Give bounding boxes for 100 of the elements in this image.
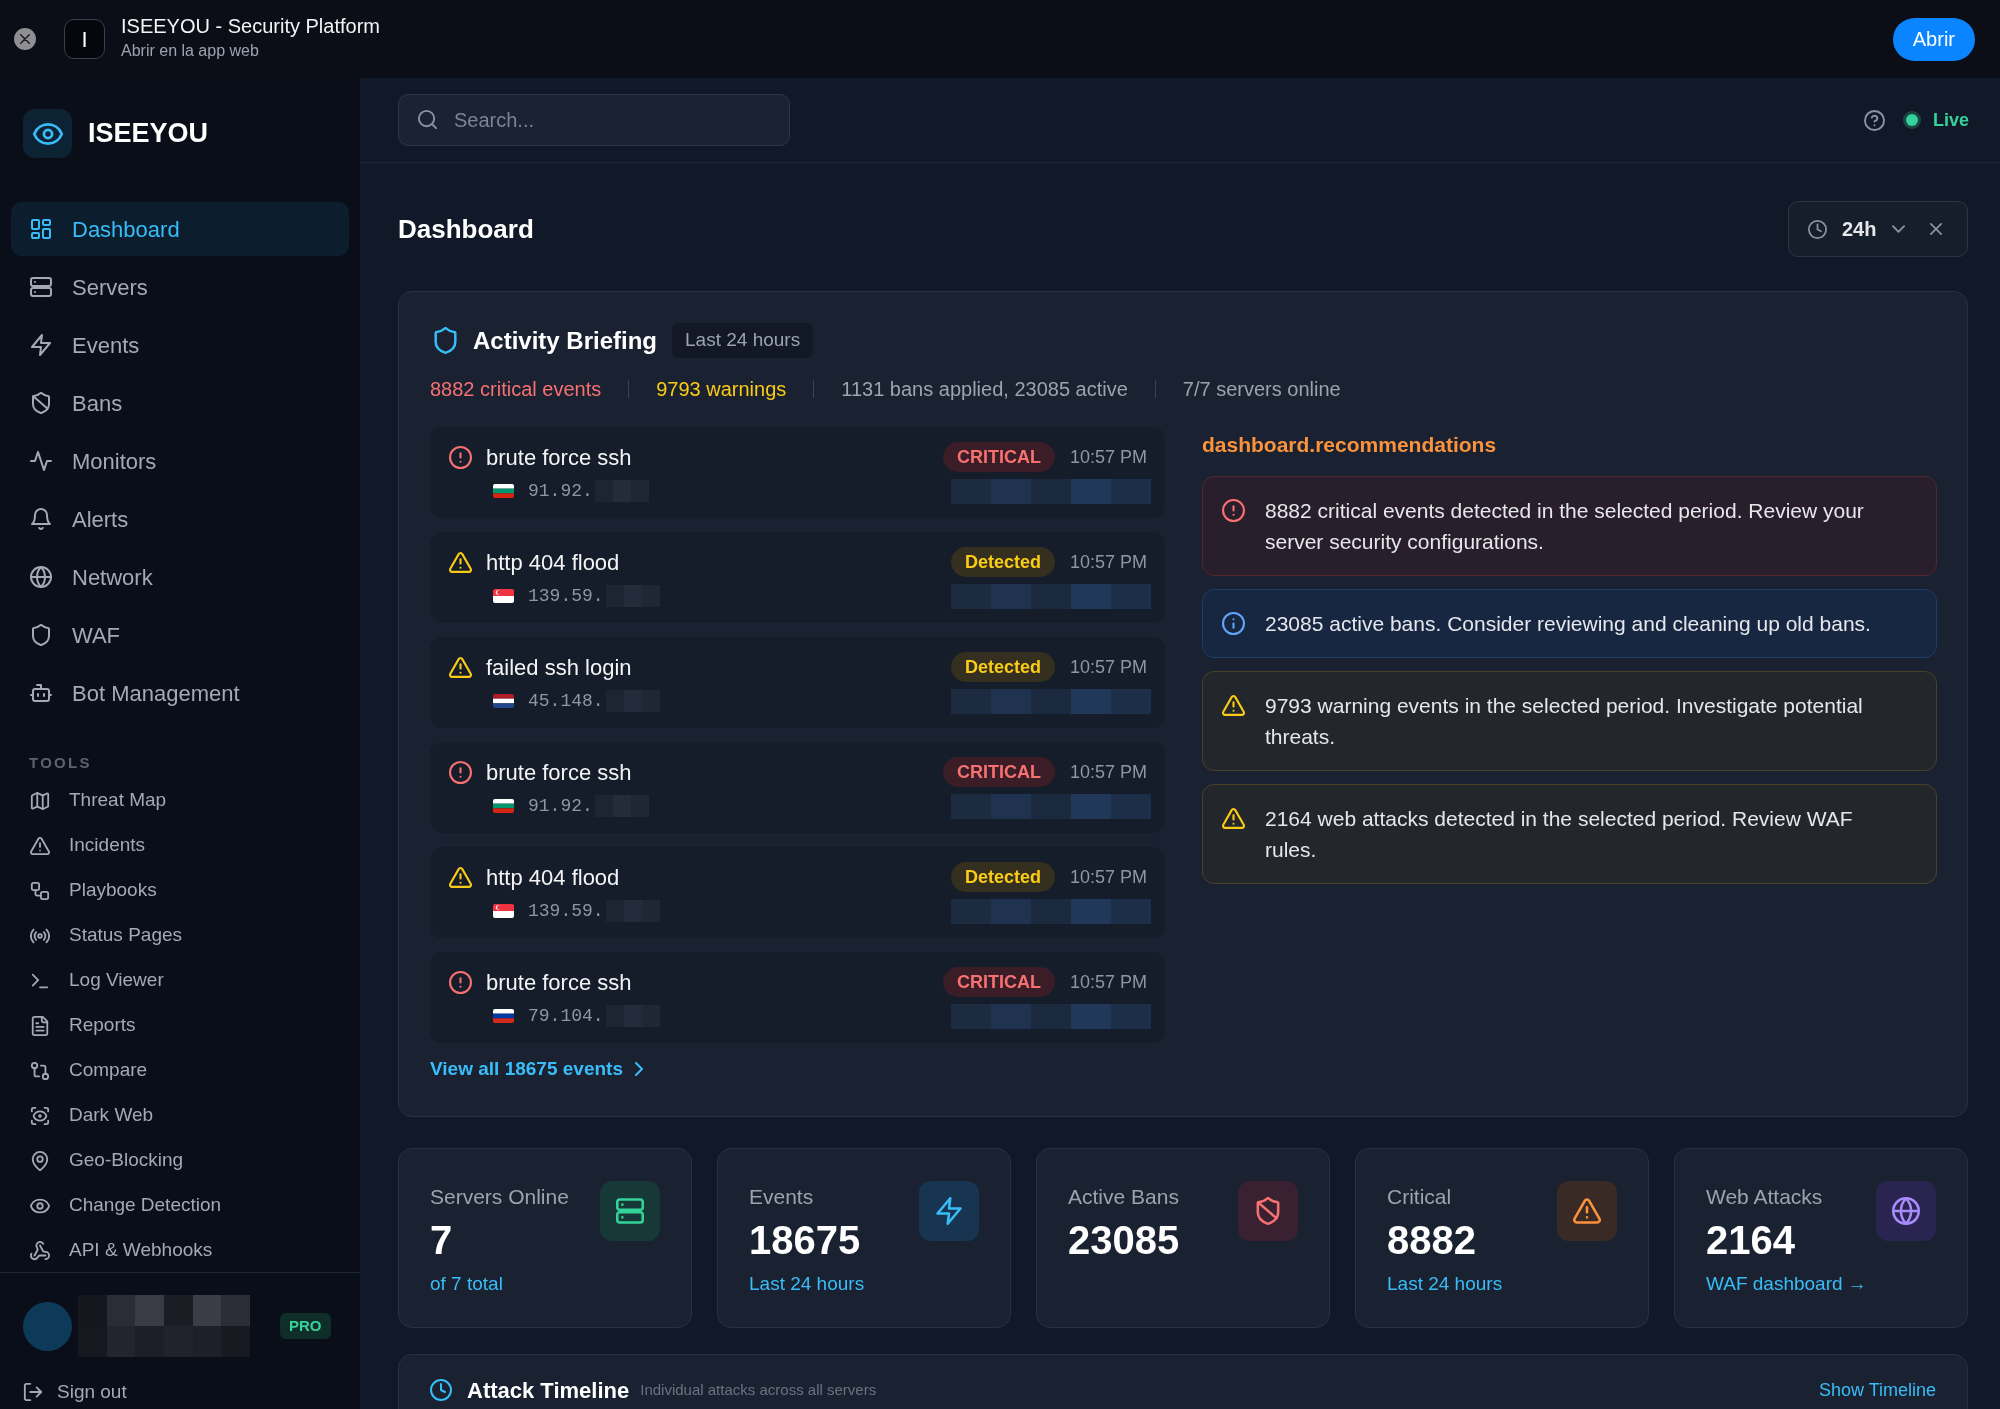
pulse-icon (30, 450, 52, 472)
chevron-down-icon (1892, 225, 1906, 233)
nav-item[interactable]: Servers (11, 260, 349, 314)
lightning-icon (919, 1181, 979, 1241)
nav-item[interactable]: WAF (11, 608, 349, 662)
grid-icon (30, 218, 52, 240)
stat-label: Servers Online (430, 1184, 569, 1207)
globe-icon (30, 566, 52, 588)
event-title: http 404 flood (486, 863, 620, 892)
flag-icon (493, 694, 514, 708)
nav-item[interactable]: Threat Map (11, 778, 349, 823)
close-icon[interactable] (20, 34, 30, 44)
shield-icon (30, 624, 52, 646)
nav-item[interactable]: Monitors (11, 434, 349, 488)
sign-out-button[interactable]: Sign out (23, 1378, 127, 1407)
ip-address: 45.148. (528, 689, 604, 713)
summary-stat: 1131 bans applied, 23085 active (841, 377, 1128, 402)
nav-item[interactable]: Compare (11, 1048, 349, 1093)
summary-stat: 9793 warnings (656, 377, 787, 402)
user-avatar (23, 1301, 72, 1351)
app-title: ISEEYOU - Security Platform (121, 13, 380, 38)
nav-item[interactable]: Change Detection (11, 1183, 349, 1228)
event-card[interactable]: http 404 flood 139.59. Detected 10:57 PM (430, 532, 1165, 623)
severity-badge: Detected (950, 652, 1055, 682)
shield-slash-icon (1238, 1181, 1298, 1241)
brand-name: ISEEYOU (88, 117, 209, 151)
severity-badge: CRITICAL (942, 967, 1055, 997)
flag-icon (493, 589, 514, 603)
nav-item[interactable]: Bans (11, 376, 349, 430)
flag-icon (493, 1009, 514, 1023)
severity-badge: CRITICAL (942, 442, 1055, 472)
alert-circle-icon (1222, 499, 1245, 522)
alert-circle-icon (449, 445, 472, 469)
shield-icon (434, 327, 457, 354)
period-badge: Last 24 hours (672, 323, 814, 358)
warning-icon (30, 835, 50, 856)
event-card[interactable]: brute force ssh 91.92. CRITICAL 10:57 PM (430, 427, 1165, 518)
clock-icon (430, 1379, 452, 1401)
stat-value: 2164 (1706, 1217, 1796, 1263)
globe-icon (1876, 1181, 1936, 1241)
ip-address: 139.59. (528, 899, 604, 923)
nav-item[interactable]: API & Webhooks (11, 1228, 349, 1272)
event-time: 10:57 PM (1069, 865, 1147, 889)
severity-badge: Detected (950, 547, 1055, 577)
warning-icon (449, 550, 472, 574)
recommendation-text: 9793 warning events in the selected period. Investigate potential threats. (1265, 693, 1864, 750)
server-icon (30, 276, 52, 298)
card-title: Activity Briefing (473, 325, 658, 356)
nav-item[interactable]: Log Viewer (11, 958, 349, 1003)
event-card[interactable]: brute force ssh 79.104. CRITICAL 10:57 PM (430, 952, 1165, 1043)
close-icon[interactable] (1930, 223, 1943, 235)
nav-item[interactable]: Playbooks (11, 868, 349, 913)
open-button[interactable]: Abrir (1892, 17, 1975, 61)
webhook-icon (30, 1240, 50, 1261)
event-time: 10:57 PM (1069, 655, 1147, 679)
event-card[interactable]: failed ssh login 45.148. Detected 10:57 PM (430, 637, 1165, 728)
map-pin-icon (30, 1150, 50, 1171)
app-icon: I (64, 19, 105, 59)
compare-icon (30, 1060, 50, 1081)
show-timeline-link[interactable]: Show Timeline (1818, 1376, 1936, 1404)
card-title: Attack Timeline (467, 1376, 630, 1405)
search-field[interactable]: Search... (398, 94, 790, 146)
section-heading: dashboard.recommendations (1202, 432, 1498, 455)
scan-eye-icon (30, 1105, 50, 1126)
time-range-select[interactable]: 24h (1788, 201, 1968, 257)
eye-icon (23, 109, 72, 158)
nav-item[interactable]: Bot Management (11, 666, 349, 720)
recommendation-text: 2164 web attacks detected in the selected period. Review WAF rules. (1265, 806, 1854, 863)
nav-item[interactable]: Alerts (11, 492, 349, 546)
stat-label: Events (749, 1184, 815, 1207)
event-title: brute force ssh (486, 968, 632, 997)
nav-item[interactable]: Network (11, 550, 349, 604)
stat-value: 7 (430, 1217, 454, 1263)
nav-item[interactable]: Events (11, 318, 349, 372)
nav-item[interactable]: Incidents (11, 823, 349, 868)
summary-stat: 8882 critical events (430, 377, 602, 402)
event-title: http 404 flood (486, 548, 620, 577)
nav-item[interactable]: Geo-Blocking (11, 1138, 349, 1183)
nav-item[interactable]: Reports (11, 1003, 349, 1048)
event-title: failed ssh login (486, 653, 632, 682)
nav-item[interactable]: Status Pages (11, 913, 349, 958)
nav-item[interactable]: Dashboard (11, 202, 349, 256)
warning-icon (449, 865, 472, 889)
warning-icon (1222, 807, 1245, 830)
clock-icon (1808, 219, 1827, 239)
severity-badge: Detected (950, 862, 1055, 892)
view-all-link[interactable]: View all 18675 events (430, 1057, 643, 1081)
workflow-icon (30, 880, 50, 901)
nav-item[interactable]: Dark Web (11, 1093, 349, 1138)
recommendation-text: 8882 critical events detected in the selected period. Review your server security configurations. (1265, 498, 1865, 555)
page-title: Dashboard (398, 212, 534, 246)
card-subtitle: Individual attacks across all servers (640, 1379, 877, 1400)
event-card[interactable]: brute force ssh 91.92. CRITICAL 10:57 PM (430, 742, 1165, 833)
robot-icon (30, 682, 52, 704)
server-icon (600, 1181, 660, 1241)
stat-caption: of 7 total (430, 1272, 504, 1294)
stat-label: Web Attacks (1706, 1184, 1824, 1207)
close-button[interactable] (14, 28, 36, 50)
event-card[interactable]: http 404 flood 139.59. Detected 10:57 PM (430, 847, 1165, 938)
help-icon[interactable] (1863, 109, 1885, 131)
